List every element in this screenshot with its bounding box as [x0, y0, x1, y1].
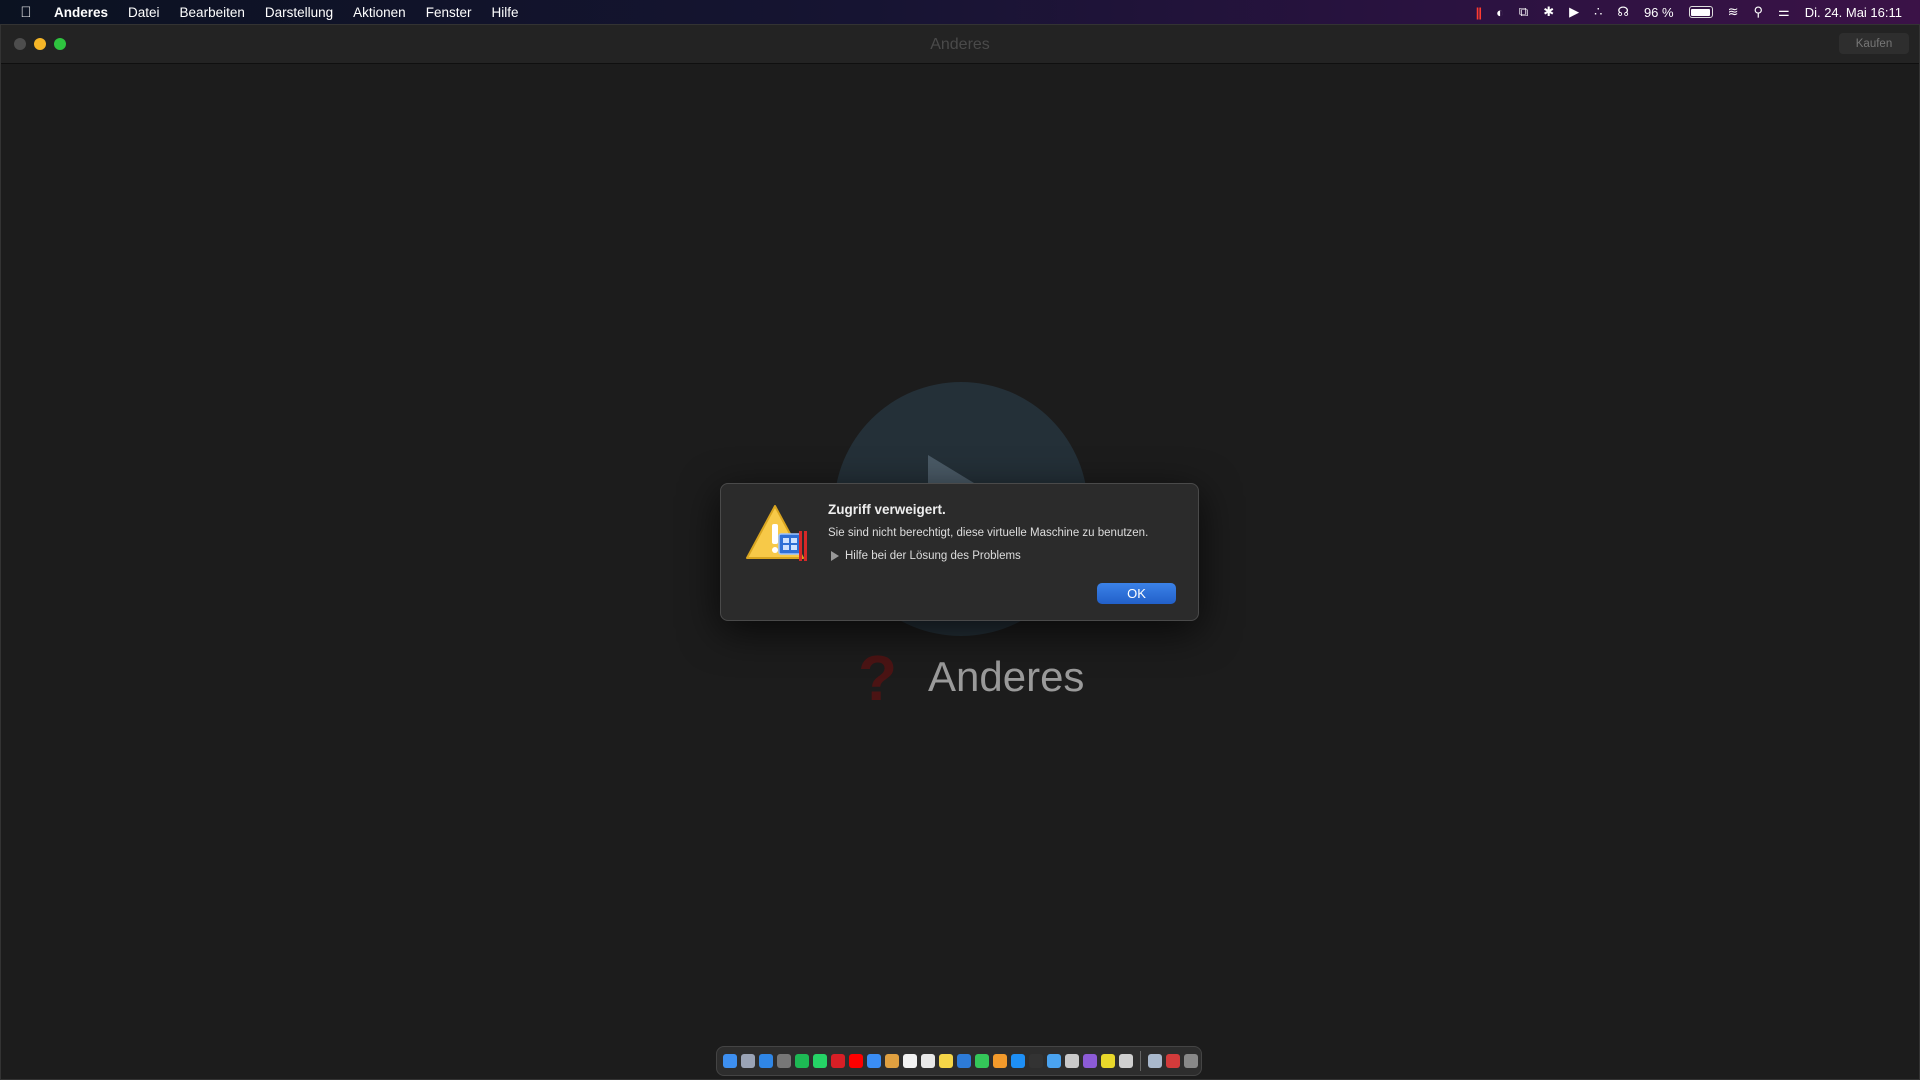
- battery-icon[interactable]: [1688, 6, 1713, 18]
- menu-extras: || ◐ ⧉ ✱ ▶ ∴ ☊ 96 % ≋ ⚲ ⚌ Di. 24. Mai 16…: [1461, 0, 1920, 24]
- zeplin-icon[interactable]: [1101, 1054, 1115, 1068]
- parallels-status-icon[interactable]: ||: [1476, 5, 1482, 20]
- access-denied-dialog: Zugriff verweigert. Sie sind nicht berec…: [720, 483, 1199, 621]
- menu-aktionen[interactable]: Aktionen: [343, 5, 416, 20]
- menu-datei[interactable]: Datei: [118, 5, 170, 20]
- help-disclosure-label: Hilfe bei der Lösung des Problems: [845, 550, 1021, 562]
- spotify-icon[interactable]: [795, 1054, 809, 1068]
- reminders-icon[interactable]: [921, 1054, 935, 1068]
- disclosure-triangle-icon[interactable]: [831, 551, 839, 561]
- warning-icon: [745, 504, 809, 564]
- whatsapp-icon[interactable]: [813, 1054, 827, 1068]
- terminal-icon[interactable]: [1029, 1054, 1043, 1068]
- unknown-os-icon: ?: [858, 642, 898, 714]
- headphones-icon[interactable]: ☊: [1617, 4, 1629, 20]
- window-title: Anderes: [930, 36, 990, 53]
- vm-name-label: Anderes: [928, 653, 1085, 700]
- apple-menu-icon[interactable]: : [0, 4, 52, 21]
- finder-icon[interactable]: [723, 1054, 737, 1068]
- window-titlebar[interactable]: Anderes Kaufen: [1, 25, 1919, 64]
- screens-icon[interactable]: ⧉: [1519, 4, 1528, 20]
- battery-percent[interactable]: 96 %: [1644, 5, 1674, 20]
- bluetooth-icon[interactable]: ✱: [1543, 4, 1554, 20]
- control-center-icon[interactable]: ⚌: [1778, 4, 1790, 20]
- dialog-title: Zugriff verweigert.: [828, 502, 946, 517]
- spotlight-search-icon[interactable]: ⚲: [1754, 4, 1764, 20]
- calendar-icon[interactable]: [903, 1054, 917, 1068]
- messages-icon[interactable]: [975, 1054, 989, 1068]
- finder-window-icon[interactable]: [1148, 1054, 1162, 1068]
- netflix-icon[interactable]: [831, 1054, 845, 1068]
- keynote-icon[interactable]: [957, 1054, 971, 1068]
- menu-bar:  Anderes Datei Bearbeiten Darstellung A…: [0, 0, 1920, 24]
- pages-icon[interactable]: [993, 1054, 1007, 1068]
- play-status-icon[interactable]: ▶: [1569, 4, 1579, 20]
- appstore-icon[interactable]: [1011, 1054, 1025, 1068]
- system-prefs-icon[interactable]: [777, 1054, 791, 1068]
- star-app-icon[interactable]: [1083, 1054, 1097, 1068]
- vpn-icon[interactable]: ◐: [1496, 5, 1504, 20]
- notes-icon[interactable]: [939, 1054, 953, 1068]
- launchpad-icon[interactable]: [741, 1054, 755, 1068]
- parallels-vm-icon[interactable]: [1166, 1054, 1180, 1068]
- mail-icon[interactable]: [867, 1054, 881, 1068]
- photos-icon[interactable]: [885, 1054, 899, 1068]
- xcode-icon[interactable]: [1047, 1054, 1061, 1068]
- safari-icon[interactable]: [759, 1054, 773, 1068]
- buy-button[interactable]: Kaufen: [1839, 33, 1909, 54]
- dock-separator: [1140, 1051, 1141, 1071]
- menu-app-name[interactable]: Anderes: [52, 5, 118, 20]
- help-disclosure[interactable]: Hilfe bei der Lösung des Problems: [828, 550, 1021, 562]
- trash-icon[interactable]: [1184, 1054, 1198, 1068]
- wifi-icon[interactable]: ≋: [1728, 4, 1739, 20]
- menu-bearbeiten[interactable]: Bearbeiten: [170, 5, 255, 20]
- dock: [716, 1046, 1202, 1076]
- pen-tool-icon[interactable]: [1065, 1054, 1079, 1068]
- parallels-app-icon[interactable]: [1119, 1054, 1133, 1068]
- weather-icon[interactable]: ∴: [1594, 4, 1602, 20]
- menu-darstellung[interactable]: Darstellung: [255, 5, 343, 20]
- dialog-message: Sie sind nicht berechtigt, diese virtuel…: [828, 527, 1149, 539]
- clock[interactable]: Di. 24. Mai 16:11: [1805, 5, 1902, 20]
- ok-button[interactable]: OK: [1097, 583, 1176, 604]
- youtube-icon[interactable]: [849, 1054, 863, 1068]
- menu-hilfe[interactable]: Hilfe: [481, 5, 528, 20]
- menu-fenster[interactable]: Fenster: [416, 5, 482, 20]
